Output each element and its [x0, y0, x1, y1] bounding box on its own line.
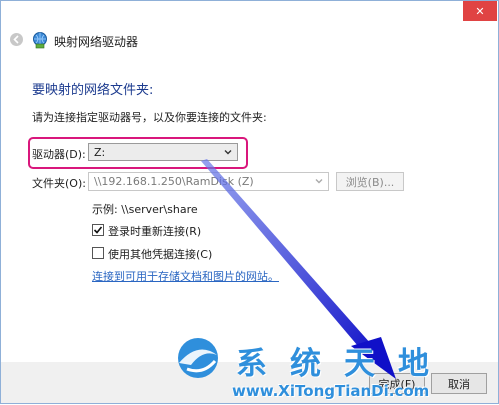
drive-select[interactable]: Z:: [88, 143, 238, 161]
watermark-url: www.XiTongTianDi.com: [232, 382, 430, 400]
close-button[interactable]: ✕: [463, 1, 497, 21]
dialog-window: ✕ 映射网络驱动器 要映射的网络文件夹: 请为连接指定驱动器号，以及你要连接的文…: [0, 0, 499, 404]
folder-value: \\192.168.1.250\RamDisk (Z): [94, 175, 254, 188]
network-drive-icon: [33, 32, 47, 49]
drive-value: Z:: [94, 145, 106, 159]
example-text: 示例: \\server\share: [92, 203, 198, 216]
instruction-text: 请为连接指定驱动器号，以及你要连接的文件夹:: [32, 111, 267, 124]
watermark-chinese: 系统天地: [236, 346, 452, 382]
site-logo-icon: [178, 338, 218, 378]
back-button[interactable]: [10, 33, 23, 46]
chevron-down-icon: [224, 150, 232, 155]
close-icon: ✕: [475, 4, 485, 18]
browse-button[interactable]: 浏览(B)...: [336, 172, 404, 191]
chevron-down-icon: [315, 179, 323, 184]
back-arrow-icon: [13, 35, 19, 44]
folder-input[interactable]: \\192.168.1.250\RamDisk (Z): [88, 172, 329, 191]
page-heading: 要映射的网络文件夹:: [32, 83, 154, 98]
folder-label: 文件夹(O):: [32, 177, 86, 190]
other-credentials-label: 使用其他凭据连接(C): [108, 248, 213, 261]
other-credentials-checkbox[interactable]: [92, 247, 104, 259]
drive-label: 驱动器(D):: [32, 148, 86, 161]
window-title: 映射网络驱动器: [54, 35, 139, 49]
store-documents-link[interactable]: 连接到可用于存储文档和图片的网站。: [92, 268, 279, 284]
reconnect-label: 登录时重新连接(R): [108, 225, 202, 238]
reconnect-checkbox[interactable]: [92, 224, 104, 236]
checkmark-icon: [93, 226, 103, 234]
